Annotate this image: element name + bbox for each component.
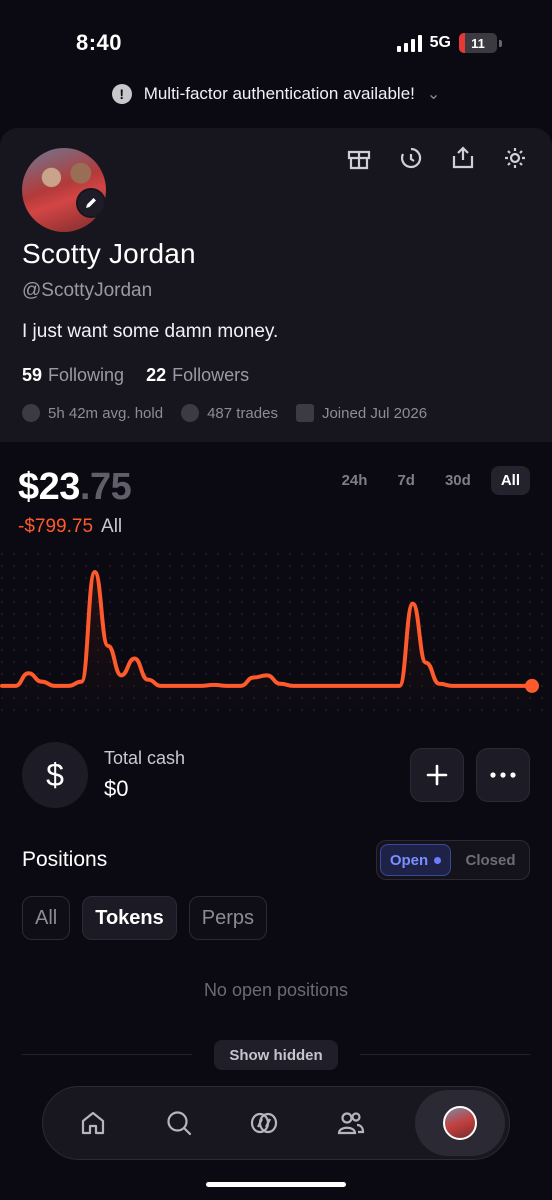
range-all[interactable]: All — [490, 466, 530, 495]
active-dot-icon — [434, 856, 442, 864]
followers-count: 22 — [146, 365, 167, 385]
mfa-banner-text: Multi-factor authentication available! — [143, 84, 415, 103]
open-closed-toggle: Open Closed — [376, 840, 530, 880]
profile-actions — [346, 146, 528, 170]
bottom-nav — [42, 1086, 510, 1160]
mfa-banner[interactable]: ! Multi-factor authentication available!… — [0, 84, 552, 104]
nav-people[interactable] — [330, 1103, 370, 1143]
balance-whole: $23 — [18, 466, 80, 508]
range-30d[interactable]: 30d — [435, 466, 481, 495]
dollar-icon: $ — [22, 742, 88, 808]
filter-tokens[interactable]: Tokens — [82, 896, 177, 940]
swap-icon — [181, 404, 200, 422]
history-icon[interactable] — [398, 146, 424, 170]
signal-icon — [396, 34, 422, 52]
plus-icon — [426, 764, 448, 786]
status-indicators: 5G 11 — [396, 33, 502, 53]
profile-meta: 5h 42m avg. hold 487 trades Joined Jul 2… — [22, 404, 427, 422]
battery-level: 11 — [471, 35, 485, 51]
chart-svg — [0, 552, 552, 712]
toggle-open-label: Open — [389, 851, 429, 869]
coins-icon — [250, 1112, 278, 1134]
divider-right — [360, 1054, 530, 1055]
toggle-open[interactable]: Open — [380, 844, 452, 876]
change-period: All — [101, 516, 123, 537]
toggle-closed[interactable]: Closed — [455, 844, 526, 876]
battery-icon: 11 — [459, 33, 497, 53]
range-selector: 24h 7d 30d All — [332, 466, 530, 495]
gear-icon[interactable] — [502, 146, 528, 170]
filter-all[interactable]: All — [22, 896, 71, 940]
profile-avatar — [443, 1106, 477, 1140]
following-count: 59 — [22, 365, 43, 385]
status-time: 8:40 — [76, 30, 123, 55]
follow-stats: 59 Following 22 Followers — [22, 365, 249, 386]
edit-avatar-button[interactable] — [76, 188, 106, 218]
chevron-down-icon[interactable]: ⌄ — [427, 84, 440, 104]
avg-hold-text: 5h 42m avg. hold — [48, 404, 164, 422]
join-date-text: Joined Jul 2026 — [321, 404, 428, 422]
nav-home[interactable] — [73, 1103, 113, 1143]
network-label: 5G — [429, 34, 451, 51]
avg-hold: 5h 42m avg. hold — [22, 404, 163, 422]
range-7d[interactable]: 7d — [387, 466, 425, 495]
nav-profile[interactable] — [415, 1090, 505, 1156]
show-hidden-button[interactable]: Show hidden — [214, 1040, 338, 1070]
balance-cents: .75 — [79, 466, 132, 508]
profile-handle: @ScottyJordan — [22, 280, 153, 301]
deposit-button[interactable] — [410, 748, 464, 802]
following-link[interactable]: 59 Following — [22, 365, 124, 386]
following-label: Following — [48, 365, 125, 385]
alert-icon: ! — [111, 84, 132, 104]
more-button[interactable] — [476, 748, 530, 802]
portfolio-chart — [0, 552, 552, 712]
profile-bio: I just want some damn money. — [22, 321, 279, 342]
battery-nub — [499, 39, 502, 47]
chart-end-point — [525, 678, 539, 693]
cash-value: $0 — [104, 776, 129, 801]
profile-name: Scotty Jordan — [22, 238, 196, 269]
portfolio-balance: $23.75 — [18, 466, 132, 509]
filter-perps[interactable]: Perps — [188, 896, 268, 940]
portfolio-change: -$799.75 All — [18, 516, 122, 538]
clock-icon — [22, 404, 40, 422]
calendar-icon — [295, 404, 314, 422]
positions-title: Positions — [22, 848, 108, 871]
trade-count: 487 trades — [181, 404, 278, 422]
pencil-icon — [86, 198, 96, 208]
nav-search[interactable] — [159, 1103, 199, 1143]
cash-label: Total cash — [104, 748, 186, 768]
position-filters: All Tokens Perps — [22, 896, 268, 940]
change-value: -$799.75 — [18, 516, 94, 537]
home-indicator — [206, 1182, 346, 1187]
join-date: Joined Jul 2026 — [295, 404, 428, 422]
more-icon — [490, 772, 516, 778]
followers-label: Followers — [172, 365, 250, 385]
home-icon — [81, 1111, 105, 1135]
share-icon[interactable] — [450, 146, 476, 170]
range-24h[interactable]: 24h — [332, 466, 378, 495]
gift-icon[interactable] — [346, 146, 372, 170]
nav-coins[interactable] — [244, 1103, 284, 1143]
divider-left — [22, 1054, 192, 1055]
followers-link[interactable]: 22 Followers — [146, 365, 249, 386]
people-icon — [337, 1112, 364, 1135]
trade-count-text: 487 trades — [207, 404, 278, 422]
search-icon — [166, 1111, 191, 1136]
home-indicator-bar — [206, 1182, 346, 1187]
empty-state: No open positions — [203, 980, 349, 1000]
